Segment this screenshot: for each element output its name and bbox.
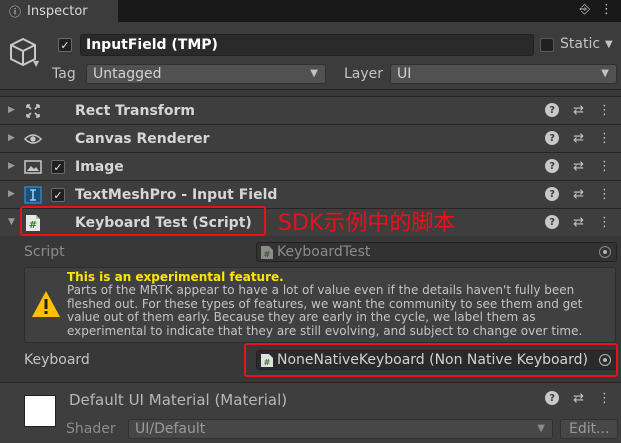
keyboard-value: NoneNativeKeyboard (Non Native Keyboard) [277, 352, 588, 368]
presets-icon[interactable]: ⇄ [573, 131, 584, 146]
component-tools: ? ⇄ ⋮ [545, 215, 611, 230]
svg-text:#: # [264, 250, 271, 259]
static-dropdown-caret[interactable]: ▼ [605, 39, 613, 50]
component-name: Image [75, 159, 124, 175]
tag-value: Untagged [93, 66, 162, 82]
gameobject-name-field[interactable]: InputField (TMP) [80, 34, 534, 56]
presets-icon[interactable]: ⇄ [573, 391, 584, 406]
tab-title: Inspector [27, 3, 88, 19]
active-checkbox[interactable]: ✓ [58, 38, 72, 52]
icon-dropdown-caret[interactable]: ▼ [33, 59, 39, 68]
image-icon [24, 158, 42, 176]
foldout-arrow-icon[interactable]: ▶ [8, 105, 15, 115]
material-name: Default UI Material (Material) [69, 391, 288, 409]
object-picker-icon [599, 246, 611, 258]
foldout-arrow-icon[interactable]: ▶ [8, 161, 15, 171]
object-picker-icon[interactable] [599, 354, 611, 366]
help-icon[interactable]: ? [545, 159, 560, 173]
layer-value: UI [397, 66, 412, 82]
help-icon[interactable]: ? [545, 103, 560, 117]
shader-value: UI/Default [135, 421, 206, 437]
svg-text:#: # [29, 220, 37, 231]
layer-dropdown[interactable]: UI ▼ [390, 64, 617, 84]
script-label: Script [24, 244, 65, 260]
help-icon[interactable]: ? [545, 391, 560, 405]
kebab-menu-icon[interactable]: ⋮ [598, 103, 611, 118]
component-rect-transform[interactable]: ▶ Rect Transform ? ⇄ ⋮ [0, 96, 621, 124]
warning-title: This is an experimental feature. [67, 270, 284, 284]
foldout-arrow-expanded-icon[interactable]: ▼ [8, 217, 15, 227]
component-tools: ? ⇄ ⋮ [545, 159, 611, 174]
component-tools: ? ⇄ ⋮ [545, 103, 611, 118]
edit-shader-button[interactable]: Edit... [560, 419, 618, 439]
component-name: Rect Transform [75, 103, 196, 119]
presets-icon[interactable]: ⇄ [573, 187, 584, 202]
script-value: KeyboardTest [277, 244, 371, 260]
material-preview-swatch [24, 395, 56, 427]
warning-text: Parts of the MRTK appear to have a lot o… [67, 284, 583, 338]
rect-transform-icon [24, 102, 42, 120]
info-icon: ⓘ [8, 4, 21, 19]
presets-icon[interactable]: ⇄ [573, 103, 584, 118]
keyboard-field[interactable]: # NoneNativeKeyboard (Non Native Keyboar… [256, 350, 617, 370]
foldout-arrow-icon[interactable]: ▶ [8, 133, 15, 143]
help-icon[interactable]: ? [545, 215, 560, 229]
script-icon: # [24, 214, 42, 232]
static-label: Static [560, 36, 601, 52]
static-checkbox[interactable]: ✓ [540, 38, 554, 52]
presets-icon[interactable]: ⇄ [573, 159, 584, 174]
shader-label: Shader [66, 421, 116, 437]
chevron-down-icon: ▼ [601, 68, 609, 79]
svg-text:#: # [264, 358, 271, 367]
script-file-icon: # [261, 246, 273, 259]
help-icon[interactable]: ? [545, 187, 560, 201]
eye-icon [24, 130, 42, 148]
material-tools: ? ⇄ ⋮ [545, 391, 611, 406]
chevron-down-icon: ▼ [310, 68, 318, 79]
kebab-menu-icon[interactable]: ⋮ [600, 2, 613, 17]
kebab-menu-icon[interactable]: ⋮ [598, 391, 611, 406]
tag-label: Tag [52, 66, 76, 82]
warning-icon [32, 291, 60, 317]
kebab-menu-icon[interactable]: ⋮ [598, 159, 611, 174]
help-icon[interactable]: ? [545, 131, 560, 145]
kebab-menu-icon[interactable]: ⋮ [598, 187, 611, 202]
chevron-down-icon: ▼ [537, 423, 545, 434]
presets-icon[interactable]: ⇄ [573, 215, 584, 230]
tab-bar: ⓘ Inspector ⎆ ⋮ [0, 0, 621, 22]
keyboard-label: Keyboard [24, 352, 90, 368]
component-enabled-checkbox[interactable]: ✓ [51, 188, 65, 202]
layer-label: Layer [344, 66, 384, 82]
tag-dropdown[interactable]: Untagged ▼ [86, 64, 326, 84]
component-textmeshpro-input-field[interactable]: ▶ ✓ TextMeshPro - Input Field ? ⇄ ⋮ [0, 180, 621, 208]
component-enabled-checkbox[interactable]: ✓ [51, 160, 65, 174]
component-name: TextMeshPro - Input Field [75, 187, 278, 203]
foldout-arrow-icon[interactable]: ▶ [8, 189, 15, 199]
lock-icon[interactable]: ⎆ [580, 2, 590, 17]
script-field: # KeyboardTest [256, 242, 617, 262]
component-name: Canvas Renderer [75, 131, 210, 147]
tab-tools: ⎆ ⋮ [580, 2, 613, 17]
experimental-warning-box: This is an experimental feature. Parts o… [24, 267, 616, 343]
component-tools: ? ⇄ ⋮ [545, 131, 611, 146]
material-section: Default UI Material (Material) ? ⇄ ⋮ Sha… [0, 382, 621, 443]
component-tools: ? ⇄ ⋮ [545, 187, 611, 202]
script-file-icon: # [261, 354, 273, 367]
component-name: Keyboard Test (Script) [75, 215, 252, 231]
textmeshpro-icon [24, 186, 42, 204]
shader-dropdown[interactable]: UI/Default ▼ [128, 419, 553, 439]
component-canvas-renderer[interactable]: ▶ Canvas Renderer ? ⇄ ⋮ [0, 124, 621, 152]
kebab-menu-icon[interactable]: ⋮ [598, 131, 611, 146]
component-image[interactable]: ▶ ✓ Image ? ⇄ ⋮ [0, 152, 621, 180]
inspector-tab[interactable]: ⓘ Inspector [0, 0, 118, 22]
gameobject-header: ▼ ✓ InputField (TMP) ✓ Static ▼ Tag Unta… [0, 22, 621, 90]
annotation-text: SDK示例中的脚本 [278, 211, 456, 236]
kebab-menu-icon[interactable]: ⋮ [598, 215, 611, 230]
